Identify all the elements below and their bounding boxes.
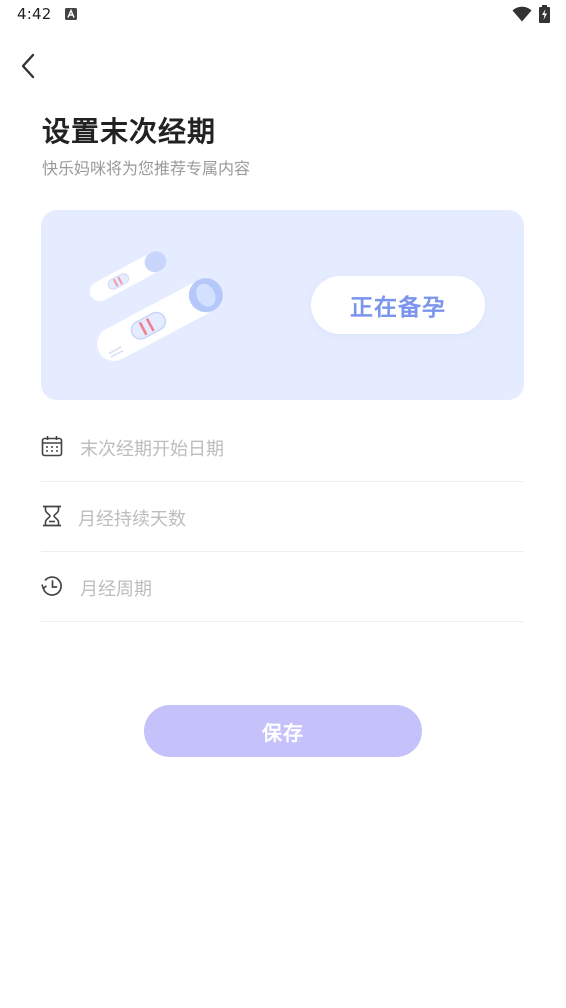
last-period-date-field[interactable]: 末次经期开始日期	[41, 411, 524, 482]
period-duration-placeholder: 月经持续天数	[78, 509, 186, 530]
hourglass-icon	[43, 505, 61, 527]
last-period-date-placeholder: 末次经期开始日期	[80, 439, 224, 460]
back-button[interactable]	[12, 48, 46, 82]
page-title: 设置末次经期	[42, 115, 217, 148]
cycle-length-placeholder: 月经周期	[80, 579, 152, 600]
status-banner: 正在备孕	[41, 210, 524, 400]
status-bar: 4:42	[0, 0, 566, 30]
save-button-label: 保存	[262, 720, 304, 745]
page-subtitle: 快乐妈咪将为您推荐专属内容	[42, 159, 251, 178]
calendar-icon	[41, 436, 63, 457]
status-pill[interactable]: 正在备孕	[311, 276, 485, 334]
status-pill-label: 正在备孕	[350, 295, 446, 321]
a-notification-icon	[65, 8, 77, 20]
battery-charging-icon	[539, 5, 550, 23]
clock-icon	[41, 576, 62, 596]
period-duration-field[interactable]: 月经持续天数	[41, 481, 524, 552]
status-time: 4:42	[17, 5, 52, 23]
back-arrow-icon	[21, 53, 35, 79]
cycle-length-field[interactable]: 月经周期	[41, 551, 524, 622]
save-button[interactable]: 保存	[144, 705, 422, 757]
wifi-icon	[512, 6, 532, 22]
pregnancy-test-illustration	[89, 251, 223, 362]
